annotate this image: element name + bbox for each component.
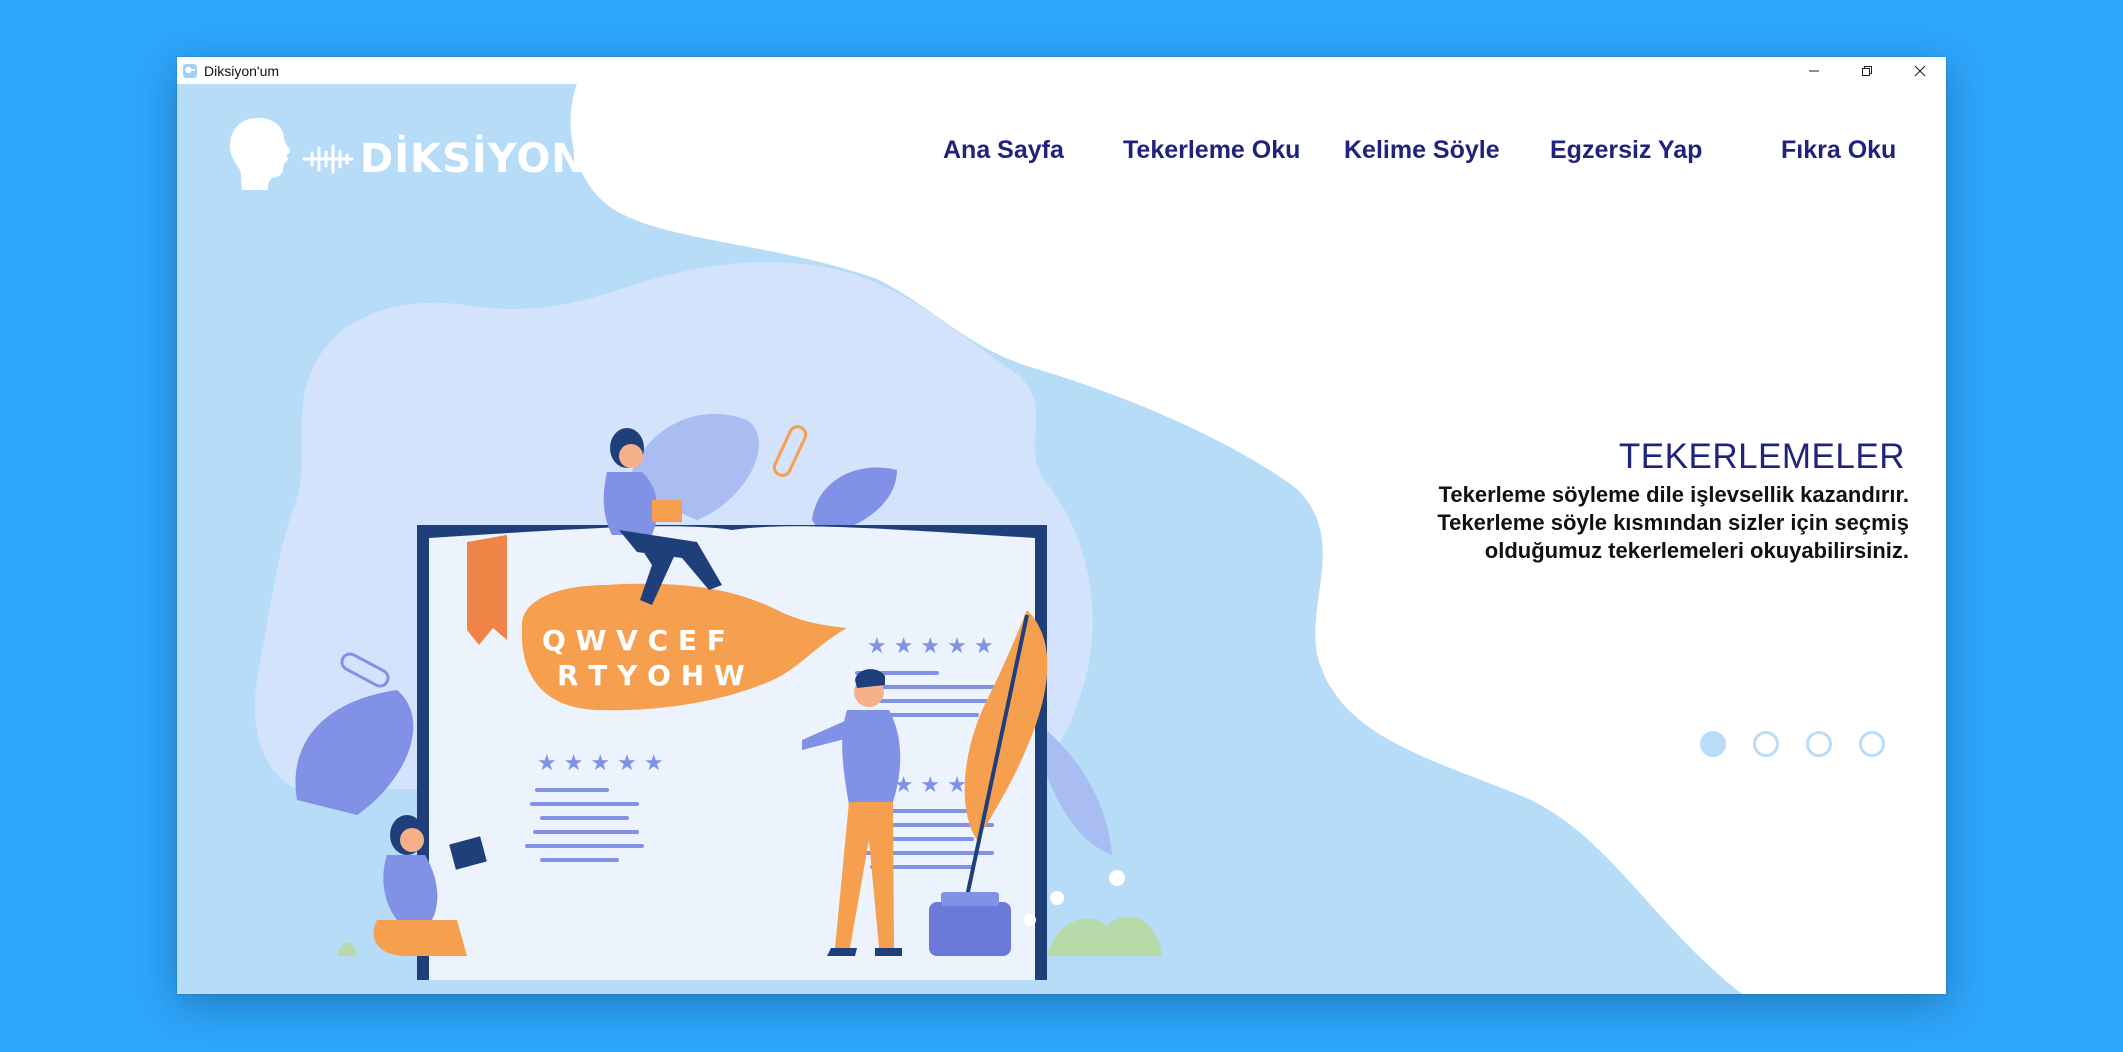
app-window: Diksiyon'um DİKSİYON'UM Ana Sayfa Tekerl… xyxy=(177,57,1946,994)
hero-description-line: Tekerleme söyle kısmından sizler için se… xyxy=(1437,510,1909,535)
window-controls xyxy=(1787,57,1946,84)
carousel-dot-3[interactable] xyxy=(1806,731,1832,757)
stars-row-top-right: ★ ★ ★ ★ ★ xyxy=(867,634,994,659)
minimize-button[interactable] xyxy=(1787,57,1840,84)
main-content: DİKSİYON'UM Ana Sayfa Tekerleme Oku Keli… xyxy=(177,84,1946,994)
window-title: Diksiyon'um xyxy=(204,62,280,79)
hero-description-line: olduğumuz tekerlemeleri okuyabilirsiniz. xyxy=(1484,538,1909,563)
leaf-left-shape xyxy=(295,690,414,815)
title-bar[interactable]: Diksiyon'um xyxy=(177,57,1946,85)
ink-bottle xyxy=(929,902,1011,956)
app-icon xyxy=(182,63,198,79)
restore-button[interactable] xyxy=(1840,57,1893,84)
carousel-dot-1[interactable] xyxy=(1700,731,1726,757)
close-icon xyxy=(1914,65,1925,76)
paperclip-blue-icon xyxy=(340,652,390,688)
minimize-icon xyxy=(1808,70,1819,71)
carousel-dot-4[interactable] xyxy=(1859,731,1885,757)
nav-item-say-word[interactable]: Kelime Söyle xyxy=(1344,136,1500,165)
nav-item-exercise[interactable]: Egzersiz Yap xyxy=(1550,136,1702,165)
hero-title: TEKERLEMELER xyxy=(1618,437,1905,476)
nav-item-home[interactable]: Ana Sayfa xyxy=(943,136,1064,165)
nav-item-read-joke[interactable]: Fıkra Oku xyxy=(1781,136,1896,165)
hero-description: Tekerleme söyleme dile işlevsellik kazan… xyxy=(1309,481,1909,565)
stars-row-left: ★ ★ ★ ★ ★ xyxy=(537,751,664,776)
speech-bubble-letters-top: Q W V C E F xyxy=(542,624,726,657)
hero-illustration: Q W V C E F R T Y O H W ★ ★ ★ ★ ★ ★ ★ ★ … xyxy=(295,413,1162,980)
carousel-indicators xyxy=(1700,731,1885,757)
nav-item-read-tongue-twister[interactable]: Tekerleme Oku xyxy=(1123,136,1300,165)
bookmark-ribbon xyxy=(467,535,507,645)
close-button[interactable] xyxy=(1893,57,1946,84)
leaf-top-right-shape xyxy=(812,467,897,535)
restore-icon xyxy=(1861,65,1872,76)
top-navigation: Ana Sayfa Tekerleme Oku Kelime Söyle Egz… xyxy=(177,84,1946,204)
hero-text-block: TEKERLEMELER Tekerleme söyleme dile işle… xyxy=(1309,437,1909,565)
paperclip-orange-icon xyxy=(772,425,808,477)
hero-description-line: Tekerleme söyleme dile işlevsellik kazan… xyxy=(1438,482,1909,507)
carousel-dot-2[interactable] xyxy=(1753,731,1779,757)
speech-bubble-letters-bottom: R T Y O H W xyxy=(557,659,745,692)
